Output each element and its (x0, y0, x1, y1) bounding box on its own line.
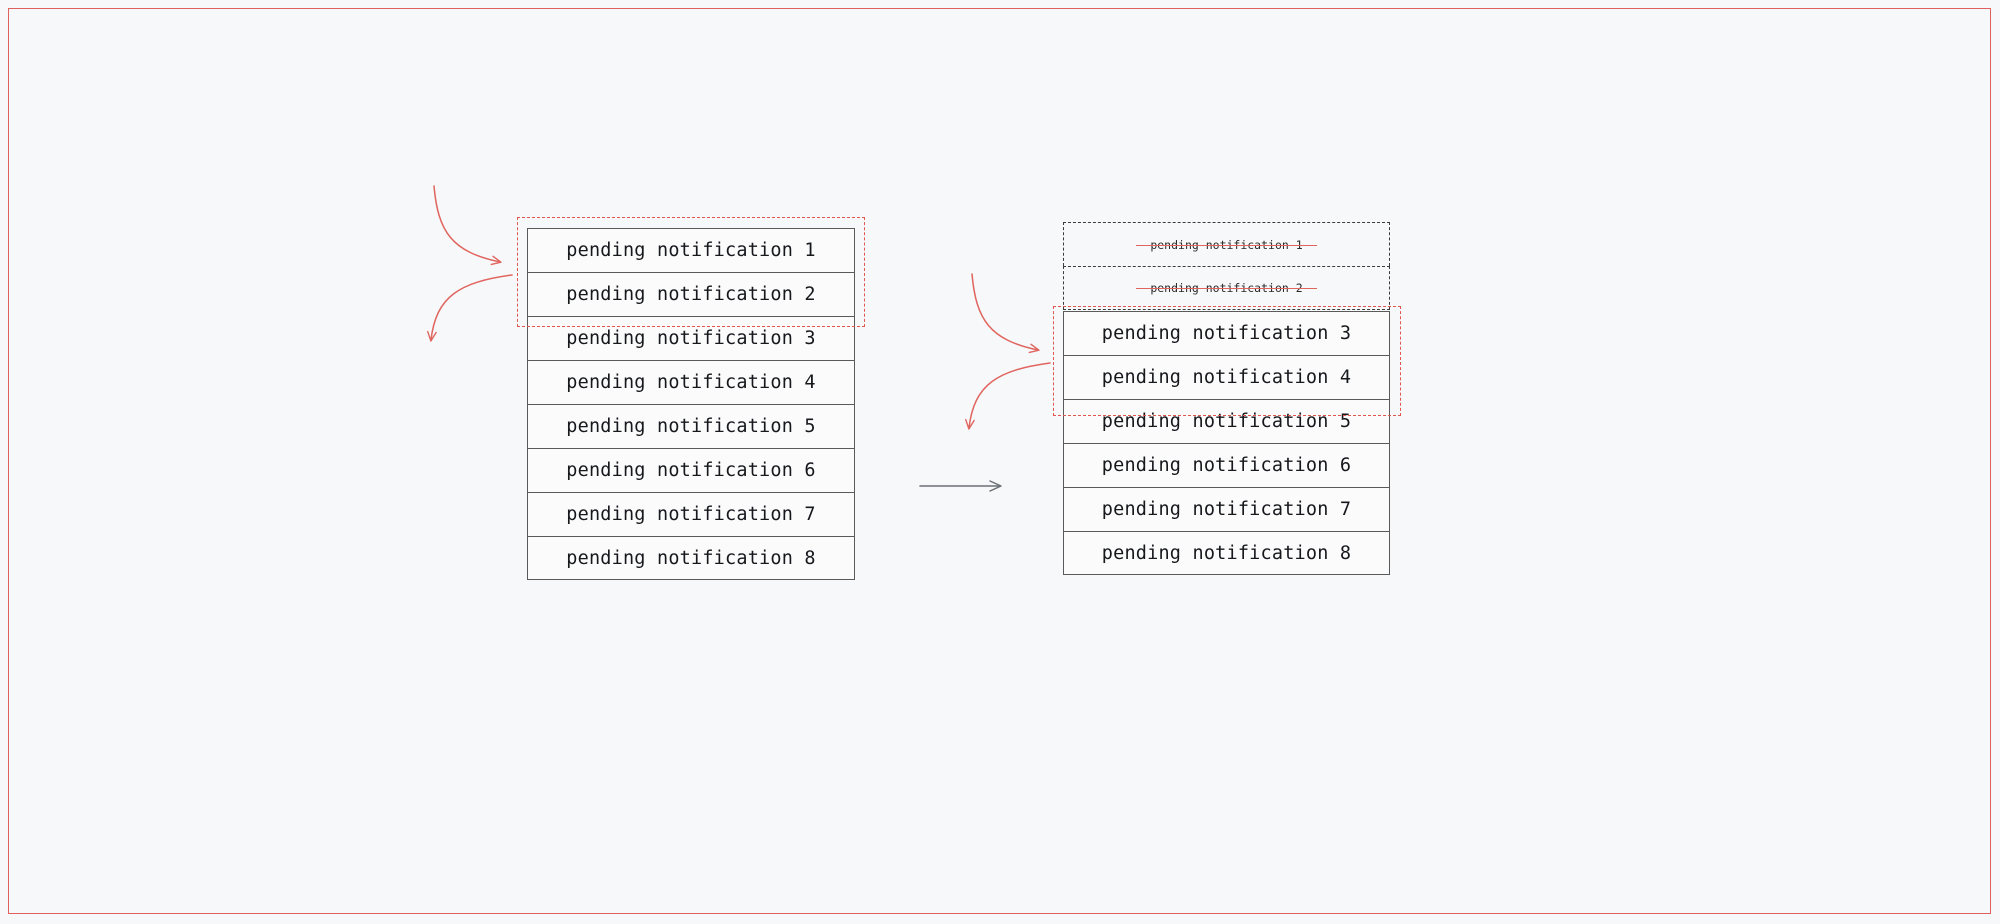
notification-stack-after-removed: pending notification 1 pending notificat… (1063, 222, 1390, 310)
notification-row[interactable]: pending notification 6 (527, 448, 855, 492)
notification-label: pending notification 1 (566, 240, 816, 261)
notification-row[interactable]: pending notification 6 (1063, 443, 1390, 487)
notification-label: pending notification 8 (1101, 542, 1352, 564)
notification-row[interactable]: pending notification 5 (1063, 399, 1390, 443)
notification-label-removed: pending notification 1 (1136, 237, 1318, 252)
pointer-arrow-into-selection-after (971, 273, 1040, 354)
notification-row[interactable]: pending notification 2 (527, 272, 855, 316)
notification-row[interactable]: pending notification 4 (527, 360, 855, 404)
pointer-arrow-out-of-selection-before (427, 274, 513, 342)
notification-label: pending notification 6 (1101, 455, 1352, 476)
notification-row[interactable]: pending notification 4 (1063, 355, 1390, 399)
notification-row[interactable]: pending notification 3 (1063, 311, 1390, 355)
notification-label: pending notification 4 (566, 372, 816, 393)
notification-label: pending notification 7 (566, 504, 816, 525)
diagram-canvas: pending notification 1 pending notificat… (0, 0, 2000, 924)
arrow-layer (427, 185, 1051, 492)
notification-row-removed: pending notification 2 (1063, 266, 1390, 310)
notification-label: pending notification 5 (1101, 411, 1352, 432)
notification-label: pending notification 3 (1101, 323, 1352, 344)
notification-row[interactable]: pending notification 5 (527, 404, 855, 448)
page-border (8, 8, 1991, 914)
pointer-arrow-out-of-selection-after (965, 362, 1051, 430)
notification-label: pending notification 7 (1101, 499, 1352, 520)
notification-row[interactable]: pending notification 7 (527, 492, 855, 536)
notification-row[interactable]: pending notification 3 (527, 316, 855, 360)
notification-row[interactable]: pending notification 7 (1063, 487, 1390, 531)
notification-row-removed: pending notification 1 (1063, 222, 1390, 266)
pointer-arrow-into-selection-before (433, 185, 502, 266)
notification-label: pending notification 6 (566, 460, 816, 481)
notification-row[interactable]: pending notification 8 (527, 536, 855, 580)
notification-label: pending notification 8 (566, 547, 816, 569)
notification-row[interactable]: pending notification 8 (1063, 531, 1390, 575)
notification-label: pending notification 3 (566, 328, 816, 349)
notification-label-removed: pending notification 2 (1136, 281, 1318, 295)
notification-label: pending notification 5 (566, 416, 816, 437)
notification-label: pending notification 2 (566, 284, 816, 305)
notification-row[interactable]: pending notification 1 (527, 228, 855, 272)
notification-stack-after: pending notification 3 pending notificat… (1063, 311, 1390, 575)
notification-label: pending notification 4 (1101, 367, 1352, 388)
notification-stack-before: pending notification 1 pending notificat… (527, 228, 855, 580)
